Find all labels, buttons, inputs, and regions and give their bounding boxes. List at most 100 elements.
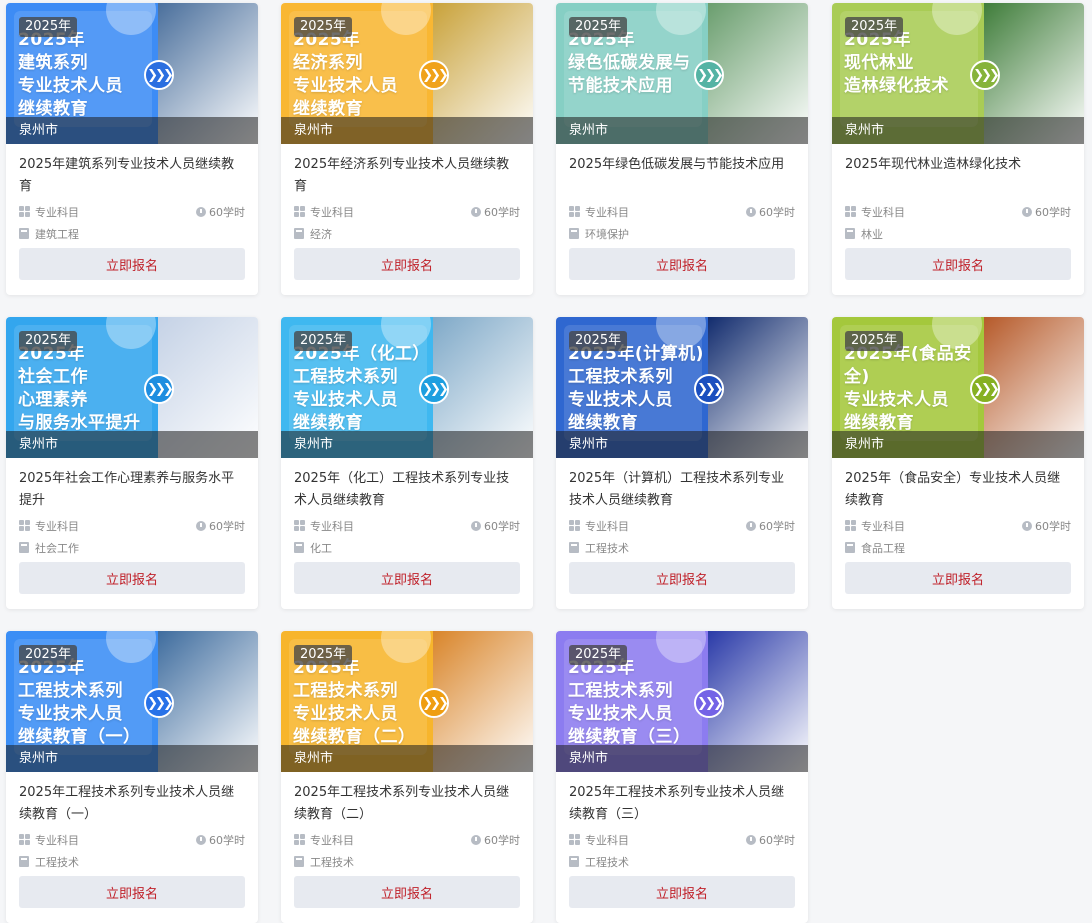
course-meta: 专业科目 60学时: [19, 203, 245, 220]
hours-info: 60学时: [471, 832, 520, 848]
course-title[interactable]: 2025年（食品安全）专业技术人员继续教育: [845, 468, 1071, 512]
course-title[interactable]: 2025年社会工作心理素养与服务水平提升: [19, 468, 245, 512]
course-title[interactable]: 2025年现代林业造林绿化技术: [845, 154, 1071, 198]
course-banner[interactable]: 2025年 绿色低碳发展与 节能技术应用 2025年 ❯❯❯ 泉州市: [556, 3, 808, 144]
chevrons-right-icon[interactable]: ❯❯❯: [694, 688, 724, 718]
book-icon: [19, 228, 29, 239]
course-banner[interactable]: 2025年(食品安全) 专业技术人员 继续教育 2025年 ❯❯❯ 泉州市: [832, 317, 1084, 458]
city-label: 泉州市: [556, 745, 808, 772]
course-card[interactable]: 2025年 工程技术系列 专业技术人员 继续教育（三） 2025年 ❯❯❯ 泉州…: [556, 631, 808, 923]
hours-label: 60学时: [484, 205, 520, 219]
subject-label: 专业科目: [585, 519, 629, 533]
chevrons-right-icon[interactable]: ❯❯❯: [144, 688, 174, 718]
category-label: 工程技术: [585, 541, 629, 555]
category-grid-icon: [845, 520, 856, 531]
subject-label: 专业科目: [861, 519, 905, 533]
subject-type: 专业科目: [19, 204, 79, 220]
chevrons-right-icon[interactable]: ❯❯❯: [970, 374, 1000, 404]
course-card[interactable]: 2025年(计算机) 工程技术系列 专业技术人员 继续教育 2025年 ❯❯❯ …: [556, 317, 808, 609]
course-category: 林业: [845, 225, 1071, 242]
course-banner[interactable]: 2025年 工程技术系列 专业技术人员 继续教育（一） 2025年 ❯❯❯ 泉州…: [6, 631, 258, 772]
city-label: 泉州市: [6, 745, 258, 772]
year-badge: 2025年: [19, 331, 78, 351]
subject-type: 专业科目: [845, 204, 905, 220]
course-banner[interactable]: 2025年 建筑系列 专业技术人员 继续教育 2025年 ❯❯❯ 泉州市: [6, 3, 258, 144]
book-icon: [569, 228, 579, 239]
category-label: 化工: [310, 541, 332, 555]
course-title[interactable]: 2025年工程技术系列专业技术人员继续教育（一）: [19, 782, 245, 826]
course-banner[interactable]: 2025年(计算机) 工程技术系列 专业技术人员 继续教育 2025年 ❯❯❯ …: [556, 317, 808, 458]
course-banner[interactable]: 2025年（化工） 工程技术系列 专业技术人员 继续教育 2025年 ❯❯❯ 泉…: [281, 317, 533, 458]
hours-info: 60学时: [196, 204, 245, 220]
subject-type: 专业科目: [294, 518, 354, 534]
course-title[interactable]: 2025年（计算机）工程技术系列专业技术人员继续教育: [569, 468, 795, 512]
hours-label: 60学时: [484, 833, 520, 847]
course-meta: 专业科目 60学时: [569, 517, 795, 534]
course-title[interactable]: 2025年工程技术系列专业技术人员继续教育（三）: [569, 782, 795, 826]
subject-label: 专业科目: [585, 833, 629, 847]
course-banner[interactable]: 2025年 现代林业 造林绿化技术 2025年 ❯❯❯ 泉州市: [832, 3, 1084, 144]
subject-label: 专业科目: [35, 833, 79, 847]
course-title[interactable]: 2025年绿色低碳发展与节能技术应用: [569, 154, 795, 198]
enroll-button[interactable]: 立即报名: [569, 562, 795, 594]
enroll-button[interactable]: 立即报名: [19, 562, 245, 594]
clock-icon: [196, 834, 206, 845]
course-card[interactable]: 2025年 社会工作 心理素养 与服务水平提升 2025年 ❯❯❯ 泉州市 20…: [6, 317, 258, 609]
chevrons-right-icon[interactable]: ❯❯❯: [970, 60, 1000, 90]
book-icon: [845, 228, 855, 239]
course-meta: 专业科目 60学时: [845, 203, 1071, 220]
course-banner[interactable]: 2025年 社会工作 心理素养 与服务水平提升 2025年 ❯❯❯ 泉州市: [6, 317, 258, 458]
subject-type: 专业科目: [845, 518, 905, 534]
category-label: 经济: [310, 227, 332, 241]
enroll-button[interactable]: 立即报名: [19, 248, 245, 280]
course-title[interactable]: 2025年工程技术系列专业技术人员继续教育（二）: [294, 782, 520, 826]
course-card[interactable]: 2025年 工程技术系列 专业技术人员 继续教育（一） 2025年 ❯❯❯ 泉州…: [6, 631, 258, 923]
course-banner[interactable]: 2025年 工程技术系列 专业技术人员 继续教育（二） 2025年 ❯❯❯ 泉州…: [281, 631, 533, 772]
course-meta: 专业科目 60学时: [294, 203, 520, 220]
hours-label: 60学时: [1035, 205, 1071, 219]
course-title[interactable]: 2025年（化工）工程技术系列专业技术人员继续教育: [294, 468, 520, 512]
hours-info: 60学时: [746, 518, 795, 534]
enroll-button[interactable]: 立即报名: [294, 876, 520, 908]
category-grid-icon: [19, 520, 30, 531]
hours-label: 60学时: [209, 519, 245, 533]
clock-icon: [471, 206, 481, 217]
course-card[interactable]: 2025年 建筑系列 专业技术人员 继续教育 2025年 ❯❯❯ 泉州市 202…: [6, 3, 258, 295]
chevrons-right-icon[interactable]: ❯❯❯: [144, 60, 174, 90]
course-card[interactable]: 2025年 现代林业 造林绿化技术 2025年 ❯❯❯ 泉州市 2025年现代林…: [832, 3, 1084, 295]
enroll-button[interactable]: 立即报名: [19, 876, 245, 908]
course-category: 社会工作: [19, 539, 245, 556]
city-label: 泉州市: [832, 431, 1084, 458]
book-icon: [569, 856, 579, 867]
course-banner[interactable]: 2025年 经济系列 专业技术人员 继续教育 2025年 ❯❯❯ 泉州市: [281, 3, 533, 144]
course-card[interactable]: 2025年 工程技术系列 专业技术人员 继续教育（二） 2025年 ❯❯❯ 泉州…: [281, 631, 533, 923]
category-grid-icon: [845, 206, 856, 217]
enroll-button[interactable]: 立即报名: [845, 562, 1071, 594]
enroll-button[interactable]: 立即报名: [845, 248, 1071, 280]
hours-info: 60学时: [746, 204, 795, 220]
subject-type: 专业科目: [19, 518, 79, 534]
course-title[interactable]: 2025年建筑系列专业技术人员继续教育: [19, 154, 245, 198]
course-card[interactable]: 2025年 绿色低碳发展与 节能技术应用 2025年 ❯❯❯ 泉州市 2025年…: [556, 3, 808, 295]
course-title[interactable]: 2025年经济系列专业技术人员继续教育: [294, 154, 520, 198]
course-banner[interactable]: 2025年 工程技术系列 专业技术人员 继续教育（三） 2025年 ❯❯❯ 泉州…: [556, 631, 808, 772]
hours-label: 60学时: [759, 205, 795, 219]
chevrons-right-icon[interactable]: ❯❯❯: [419, 60, 449, 90]
chevrons-right-icon[interactable]: ❯❯❯: [419, 374, 449, 404]
category-grid-icon: [294, 834, 305, 845]
course-meta: 专业科目 60学时: [19, 831, 245, 848]
course-card[interactable]: 2025年 经济系列 专业技术人员 继续教育 2025年 ❯❯❯ 泉州市 202…: [281, 3, 533, 295]
enroll-button[interactable]: 立即报名: [569, 248, 795, 280]
category-label: 工程技术: [35, 855, 79, 869]
chevrons-right-icon[interactable]: ❯❯❯: [694, 60, 724, 90]
enroll-button[interactable]: 立即报名: [569, 876, 795, 908]
category-label: 林业: [861, 227, 883, 241]
chevrons-right-icon[interactable]: ❯❯❯: [694, 374, 724, 404]
year-badge: 2025年: [845, 17, 904, 37]
course-card[interactable]: 2025年(食品安全) 专业技术人员 继续教育 2025年 ❯❯❯ 泉州市 20…: [832, 317, 1084, 609]
course-card[interactable]: 2025年（化工） 工程技术系列 专业技术人员 继续教育 2025年 ❯❯❯ 泉…: [281, 317, 533, 609]
chevrons-right-icon[interactable]: ❯❯❯: [419, 688, 449, 718]
enroll-button[interactable]: 立即报名: [294, 248, 520, 280]
enroll-button[interactable]: 立即报名: [294, 562, 520, 594]
chevrons-right-icon[interactable]: ❯❯❯: [144, 374, 174, 404]
